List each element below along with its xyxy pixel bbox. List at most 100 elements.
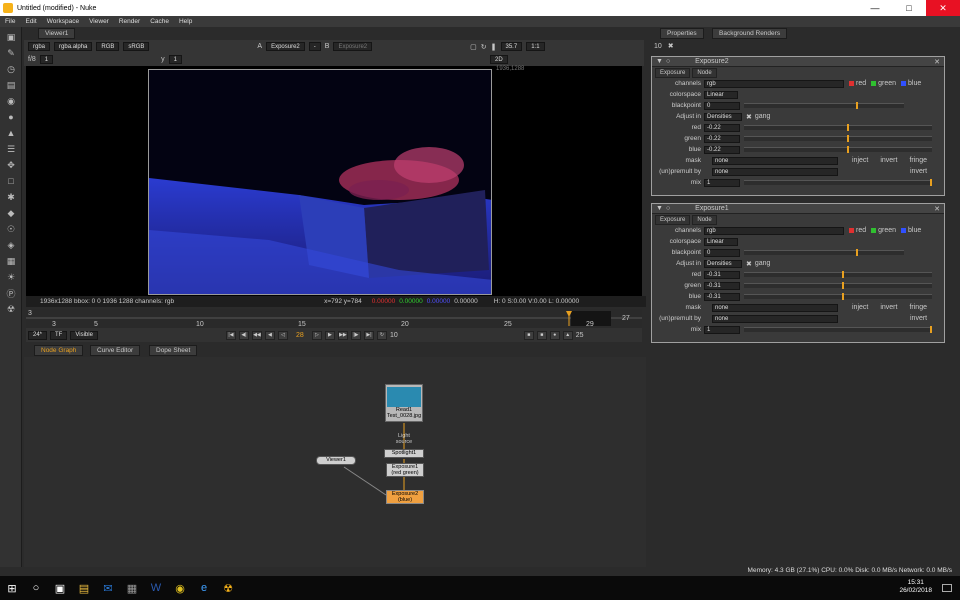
tab-dope-sheet[interactable]: Dope Sheet — [149, 345, 198, 356]
exposure2-node[interactable]: Exposure2 (blue) — [386, 490, 424, 504]
gamma-field[interactable]: 1 — [168, 55, 182, 64]
colorspace-select[interactable]: Linear — [704, 237, 738, 246]
mix-slider[interactable] — [744, 326, 933, 333]
furnace-icon[interactable]: Ⓟ — [4, 287, 18, 299]
mix-field[interactable]: 1 — [704, 178, 740, 187]
max-panels-field[interactable]: 10 — [654, 43, 662, 50]
input-a-select[interactable]: Exposure2 — [266, 42, 305, 51]
clear-panels-icon[interactable]: ✖ — [668, 42, 674, 50]
timeline[interactable]: 3 3 5 10 15 20 25 29 27 — [26, 309, 642, 328]
merge-icon[interactable]: ☰ — [4, 143, 18, 155]
nuke-taskbar-icon[interactable]: ☢ — [216, 576, 240, 600]
tab-viewer1[interactable]: Viewer1 — [38, 28, 76, 39]
play-forward-button[interactable]: ▷ — [311, 330, 322, 340]
prev-increment-button[interactable]: ◀◀ — [251, 330, 262, 340]
toolsets-icon[interactable]: ▦ — [4, 255, 18, 267]
image-icon[interactable]: ▣ — [4, 31, 18, 43]
green-swatch[interactable] — [871, 81, 877, 86]
time-icon[interactable]: ◷ — [4, 63, 18, 75]
3d-icon[interactable]: □ — [4, 175, 18, 187]
green-field[interactable]: -0.31 — [704, 281, 740, 290]
close-button[interactable]: ✕ — [926, 0, 960, 16]
blue-slider[interactable] — [744, 293, 932, 300]
red-slider[interactable] — [744, 124, 932, 131]
windows-start-icon[interactable]: ⊞ — [0, 576, 24, 600]
blackpoint-slider[interactable] — [744, 102, 904, 109]
red-field[interactable]: -0.31 — [704, 270, 740, 279]
lock-icon[interactable]: ● — [549, 330, 560, 340]
node-name[interactable]: Exposure2 — [695, 58, 728, 65]
green-slider[interactable] — [744, 282, 932, 289]
prev-keyframe-button[interactable]: ◀| — [238, 330, 249, 340]
metadata-icon[interactable]: ◈ — [4, 239, 18, 251]
spotlight1-node[interactable]: Spotlight1 — [384, 449, 424, 458]
pause-icon[interactable]: ❚ — [491, 43, 497, 51]
menu-workspace[interactable]: Workspace — [42, 18, 84, 25]
folder-icon[interactable]: ▦ — [120, 576, 144, 600]
blue-field[interactable]: -0.31 — [704, 292, 740, 301]
menu-file[interactable]: File — [0, 18, 20, 25]
collapse-icon[interactable]: ▼ — [656, 205, 663, 212]
chrome-icon[interactable]: ◉ — [168, 576, 192, 600]
nuke-icon[interactable]: ☢ — [4, 303, 18, 315]
channels-select[interactable]: rgba — [28, 42, 51, 51]
zoom-select[interactable]: 35.7 — [500, 42, 523, 51]
display-select[interactable]: RGB — [96, 42, 120, 51]
mask-select[interactable]: none — [712, 303, 838, 312]
first-frame-button[interactable]: |◀ — [225, 330, 236, 340]
gang-checkbox[interactable]: ✖ — [746, 113, 752, 121]
green-field[interactable]: -0.22 — [704, 134, 740, 143]
views-icon[interactable]: ☉ — [4, 223, 18, 235]
viewer1-node[interactable]: Viewer1 — [316, 456, 356, 465]
blackpoint-field[interactable]: 0 — [704, 101, 740, 110]
notifications-icon[interactable] — [942, 584, 952, 592]
green-swatch[interactable] — [871, 228, 877, 233]
close-panel-icon[interactable]: ✕ — [934, 58, 940, 66]
menu-edit[interactable]: Edit — [20, 18, 41, 25]
other-icon[interactable]: ☀ — [4, 271, 18, 283]
edge-icon[interactable]: e — [192, 576, 216, 600]
float-icon[interactable]: ○ — [666, 58, 670, 65]
loop-button[interactable]: ↻ — [376, 330, 387, 340]
out-frame[interactable]: 25 — [576, 332, 584, 339]
green-slider[interactable] — [744, 135, 932, 142]
tf-select[interactable]: TF — [50, 330, 68, 340]
task-view-icon[interactable]: ▣ — [48, 576, 72, 600]
draw-icon[interactable]: ✎ — [4, 47, 18, 59]
red-swatch[interactable] — [849, 81, 854, 86]
view-mode-select[interactable]: 2D — [489, 55, 508, 64]
menu-viewer[interactable]: Viewer — [84, 18, 114, 25]
tab-exposure[interactable]: Exposure — [655, 214, 691, 225]
red-swatch[interactable] — [849, 228, 854, 233]
transform-icon[interactable]: ✥ — [4, 159, 18, 171]
menu-cache[interactable]: Cache — [145, 18, 174, 25]
next-keyframe-button[interactable]: |▶ — [350, 330, 361, 340]
tab-node[interactable]: Node — [692, 67, 717, 78]
premult-select[interactable]: none — [712, 314, 838, 323]
outlook-icon[interactable]: ✉ — [96, 576, 120, 600]
tab-exposure[interactable]: Exposure — [655, 67, 691, 78]
menu-render[interactable]: Render — [114, 18, 145, 25]
menu-help[interactable]: Help — [174, 18, 197, 25]
step-field[interactable]: 10 — [390, 332, 398, 339]
tab-node[interactable]: Node — [692, 214, 717, 225]
roi-icon[interactable]: ▢ — [470, 43, 477, 51]
blackpoint-slider[interactable] — [744, 249, 904, 256]
viewer-canvas[interactable]: 1936,1288 — [26, 66, 642, 296]
fps-select[interactable]: 24* — [28, 330, 48, 340]
input-b-select[interactable]: Exposure2 — [333, 42, 373, 51]
next-frame-button[interactable]: ▶ — [324, 330, 335, 340]
search-icon[interactable]: ○ — [24, 576, 48, 600]
tab-background-renders[interactable]: Background Renders — [712, 28, 788, 39]
out-point-button[interactable]: ■ — [536, 330, 547, 340]
particles-icon[interactable]: ✱ — [4, 191, 18, 203]
keyer-icon[interactable]: ▲ — [4, 127, 18, 139]
flipbook-icon[interactable]: ▲ — [562, 330, 573, 340]
deep-icon[interactable]: ◆ — [4, 207, 18, 219]
composite-select[interactable]: - — [308, 42, 321, 51]
tab-properties[interactable]: Properties — [660, 28, 704, 39]
blue-field[interactable]: -0.22 — [704, 145, 740, 154]
red-field[interactable]: -0.22 — [704, 123, 740, 132]
tab-node-graph[interactable]: Node Graph — [34, 345, 84, 356]
close-panel-icon[interactable]: ✕ — [934, 205, 940, 213]
